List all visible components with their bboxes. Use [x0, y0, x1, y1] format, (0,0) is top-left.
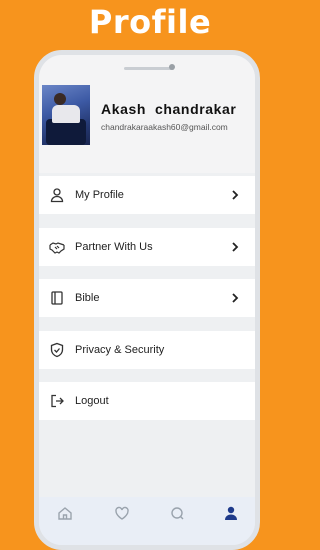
chevron-right-icon — [232, 293, 239, 303]
shield-icon — [50, 342, 64, 358]
avatar-person-body — [52, 105, 80, 123]
menu-label-my-profile: My Profile — [75, 189, 124, 201]
user-name: Akash chandrakar — [101, 101, 237, 117]
phone-status-area — [39, 55, 255, 77]
chevron-right-icon — [232, 242, 239, 252]
avatar-person-head — [54, 93, 66, 105]
menu-item-logout[interactable]: Logout — [39, 382, 255, 420]
user-email: chandrakaraakash60@gmail.com — [101, 122, 228, 132]
bottom-nav — [39, 497, 255, 545]
handshake-icon — [49, 242, 65, 254]
menu-label-logout: Logout — [75, 395, 109, 407]
person-icon — [50, 188, 64, 203]
search-icon[interactable] — [170, 505, 186, 521]
menu-item-bible[interactable]: Bible — [39, 279, 255, 317]
profile-icon[interactable] — [223, 505, 239, 521]
phone-frame: Akash chandrakar chandrakaraakash60@gmai… — [34, 50, 260, 550]
heart-icon[interactable] — [114, 505, 130, 521]
menu-item-privacy-security[interactable]: Privacy & Security — [39, 331, 255, 369]
book-icon — [51, 291, 63, 305]
logout-icon — [51, 394, 64, 408]
menu-label-privacy-security: Privacy & Security — [75, 344, 165, 356]
menu-label-partner-with-us: Partner With Us — [75, 241, 153, 253]
avatar[interactable] — [42, 85, 90, 145]
menu-item-my-profile[interactable]: My Profile — [39, 176, 255, 214]
home-icon[interactable] — [57, 505, 73, 521]
promo-title: Profile — [88, 3, 212, 41]
menu-item-partner-with-us[interactable]: Partner With Us — [39, 228, 255, 266]
speaker-grille — [124, 67, 174, 70]
chevron-right-icon — [232, 190, 239, 200]
front-camera — [169, 64, 175, 70]
menu-label-bible: Bible — [75, 292, 100, 304]
profile-header: Akash chandrakar chandrakaraakash60@gmai… — [39, 77, 255, 173]
